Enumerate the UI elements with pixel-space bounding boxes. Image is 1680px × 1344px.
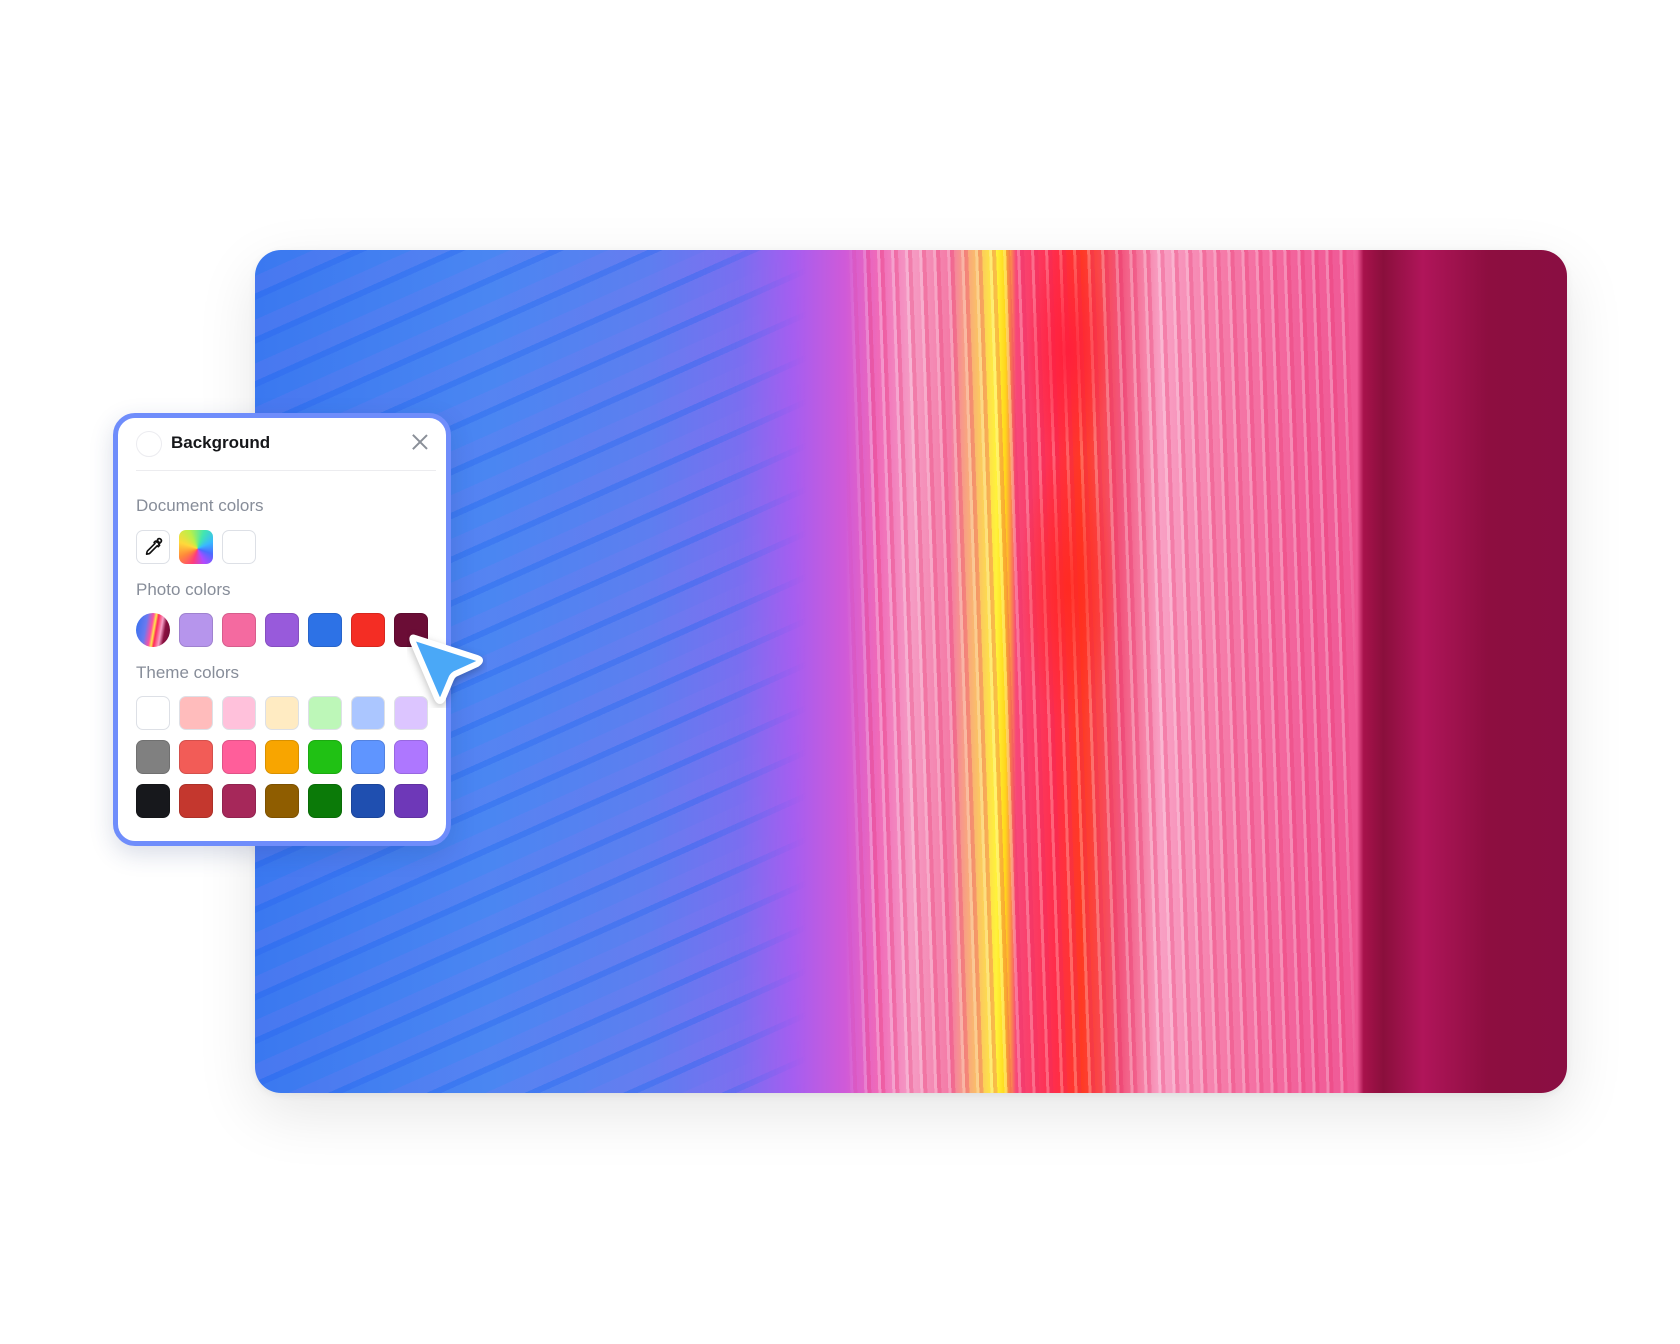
- current-color-indicator: [136, 431, 162, 457]
- theme-colors-row: [136, 696, 428, 730]
- document-colors-label: Document colors: [136, 496, 264, 515]
- document-color-swatch[interactable]: [222, 530, 256, 564]
- theme-color-swatch[interactable]: [136, 784, 170, 818]
- theme-color-swatch[interactable]: [265, 740, 299, 774]
- theme-color-swatch[interactable]: [351, 740, 385, 774]
- theme-color-swatch[interactable]: [179, 740, 213, 774]
- photo-color-swatch[interactable]: [265, 613, 299, 647]
- photo-color-swatch[interactable]: [351, 613, 385, 647]
- photo-color-swatch[interactable]: [222, 613, 256, 647]
- theme-color-swatch[interactable]: [351, 696, 385, 730]
- theme-color-swatch[interactable]: [179, 696, 213, 730]
- theme-color-swatch[interactable]: [265, 784, 299, 818]
- theme-color-swatch[interactable]: [136, 696, 170, 730]
- photo-thumbnail-swatch[interactable]: [136, 613, 170, 647]
- photo-color-swatch[interactable]: [179, 613, 213, 647]
- header-divider: [136, 470, 436, 471]
- mouse-pointer-icon: [409, 634, 483, 704]
- theme-color-swatch[interactable]: [308, 784, 342, 818]
- theme-color-swatch[interactable]: [222, 784, 256, 818]
- eyedropper-button[interactable]: [136, 530, 170, 564]
- panel-header: Background: [118, 418, 446, 476]
- theme-colors-row: [136, 784, 428, 818]
- theme-color-swatch[interactable]: [265, 696, 299, 730]
- photo-colors-label: Photo colors: [136, 580, 231, 599]
- theme-color-swatch[interactable]: [308, 696, 342, 730]
- theme-color-swatch[interactable]: [179, 784, 213, 818]
- theme-color-swatch[interactable]: [222, 696, 256, 730]
- panel-title: Background: [171, 433, 271, 452]
- theme-color-swatch[interactable]: [222, 740, 256, 774]
- theme-colors-label: Theme colors: [136, 663, 239, 682]
- background-color-panel: Background Document colors Photo colors …: [113, 413, 451, 846]
- document-color-gradient[interactable]: [179, 530, 213, 564]
- theme-color-swatch[interactable]: [394, 784, 428, 818]
- photo-color-swatch[interactable]: [308, 613, 342, 647]
- theme-color-swatch[interactable]: [351, 784, 385, 818]
- document-colors-row: [136, 530, 256, 564]
- theme-color-swatch[interactable]: [136, 740, 170, 774]
- theme-color-swatch[interactable]: [394, 740, 428, 774]
- theme-color-swatch[interactable]: [308, 740, 342, 774]
- eyedropper-icon: [145, 537, 163, 555]
- photo-colors-row: [136, 613, 428, 647]
- theme-colors-row: [136, 740, 428, 774]
- close-icon[interactable]: [409, 431, 431, 453]
